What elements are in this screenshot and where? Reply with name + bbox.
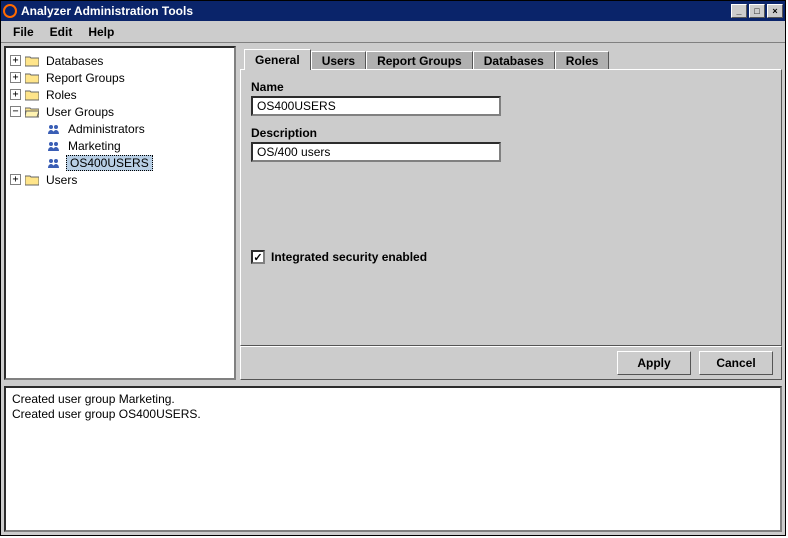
expander-icon[interactable]: + — [10, 89, 21, 100]
description-field[interactable] — [251, 142, 501, 162]
tab-databases[interactable]: Databases — [473, 51, 555, 70]
tree-label: Roles — [44, 88, 79, 102]
integrated-security-label: Integrated security enabled — [271, 250, 427, 264]
tree-label: Databases — [44, 54, 105, 68]
log-line: Created user group Marketing. — [12, 392, 774, 407]
maximize-button[interactable]: □ — [749, 4, 765, 18]
description-label: Description — [251, 126, 771, 140]
cancel-button[interactable]: Cancel — [699, 351, 773, 375]
tab-strip: General Users Report Groups Databases Ro… — [240, 46, 782, 70]
tree-node-report-groups[interactable]: + Report Groups — [10, 69, 230, 86]
title-bar: Analyzer Administration Tools _ □ × — [1, 1, 785, 21]
close-button[interactable]: × — [767, 4, 783, 18]
users-icon — [46, 139, 62, 153]
integrated-security-row[interactable]: ✓ Integrated security enabled — [251, 250, 771, 264]
folder-icon — [24, 71, 40, 85]
tree-view[interactable]: + Databases + Report Groups + Roles — [4, 46, 236, 380]
users-icon — [46, 156, 62, 170]
application-window: Analyzer Administration Tools _ □ × File… — [0, 0, 786, 536]
tab-general[interactable]: General — [244, 49, 311, 70]
tab-panel-general: Name Description ✓ Integrated security e… — [240, 69, 782, 346]
expander-icon[interactable]: + — [10, 72, 21, 83]
body-pane: + Databases + Report Groups + Roles — [1, 43, 785, 535]
expander-icon[interactable]: + — [10, 174, 21, 185]
menu-help[interactable]: Help — [82, 23, 120, 41]
tree-label: Marketing — [66, 139, 123, 153]
tree-node-roles[interactable]: + Roles — [10, 86, 230, 103]
tab-roles[interactable]: Roles — [555, 51, 610, 70]
tree-node-marketing[interactable]: Marketing — [10, 137, 230, 154]
tab-users[interactable]: Users — [311, 51, 366, 70]
tab-report-groups[interactable]: Report Groups — [366, 51, 473, 70]
log-panel[interactable]: Created user group Marketing. Created us… — [4, 386, 782, 532]
window-controls: _ □ × — [731, 4, 783, 18]
log-line: Created user group OS400USERS. — [12, 407, 774, 422]
folder-icon — [24, 88, 40, 102]
menu-bar: File Edit Help — [1, 21, 785, 43]
tree-node-databases[interactable]: + Databases — [10, 52, 230, 69]
folder-icon — [24, 54, 40, 68]
tree-label: Administrators — [66, 122, 147, 136]
menu-file[interactable]: File — [7, 23, 40, 41]
apply-button[interactable]: Apply — [617, 351, 691, 375]
folder-open-icon — [24, 105, 40, 119]
tree-root: + Databases + Report Groups + Roles — [10, 52, 230, 188]
detail-pane: General Users Report Groups Databases Ro… — [240, 46, 782, 380]
button-bar: Apply Cancel — [240, 346, 782, 380]
tree-label: User Groups — [44, 105, 116, 119]
tree-node-user-groups[interactable]: − User Groups — [10, 103, 230, 120]
checkbox-icon[interactable]: ✓ — [251, 250, 265, 264]
users-icon — [46, 122, 62, 136]
tree-label-selected: OS400USERS — [66, 155, 153, 171]
name-label: Name — [251, 80, 771, 94]
expander-icon[interactable]: − — [10, 106, 21, 117]
name-field[interactable] — [251, 96, 501, 116]
folder-icon — [24, 173, 40, 187]
window-title: Analyzer Administration Tools — [21, 4, 731, 18]
expander-icon[interactable]: + — [10, 55, 21, 66]
app-icon — [3, 4, 17, 18]
tree-node-users[interactable]: + Users — [10, 171, 230, 188]
menu-edit[interactable]: Edit — [44, 23, 79, 41]
tree-label: Report Groups — [44, 71, 127, 85]
upper-pane: + Databases + Report Groups + Roles — [1, 43, 785, 383]
tree-node-administrators[interactable]: Administrators — [10, 120, 230, 137]
tree-label: Users — [44, 173, 79, 187]
tree-node-os400users[interactable]: OS400USERS — [10, 154, 230, 171]
minimize-button[interactable]: _ — [731, 4, 747, 18]
